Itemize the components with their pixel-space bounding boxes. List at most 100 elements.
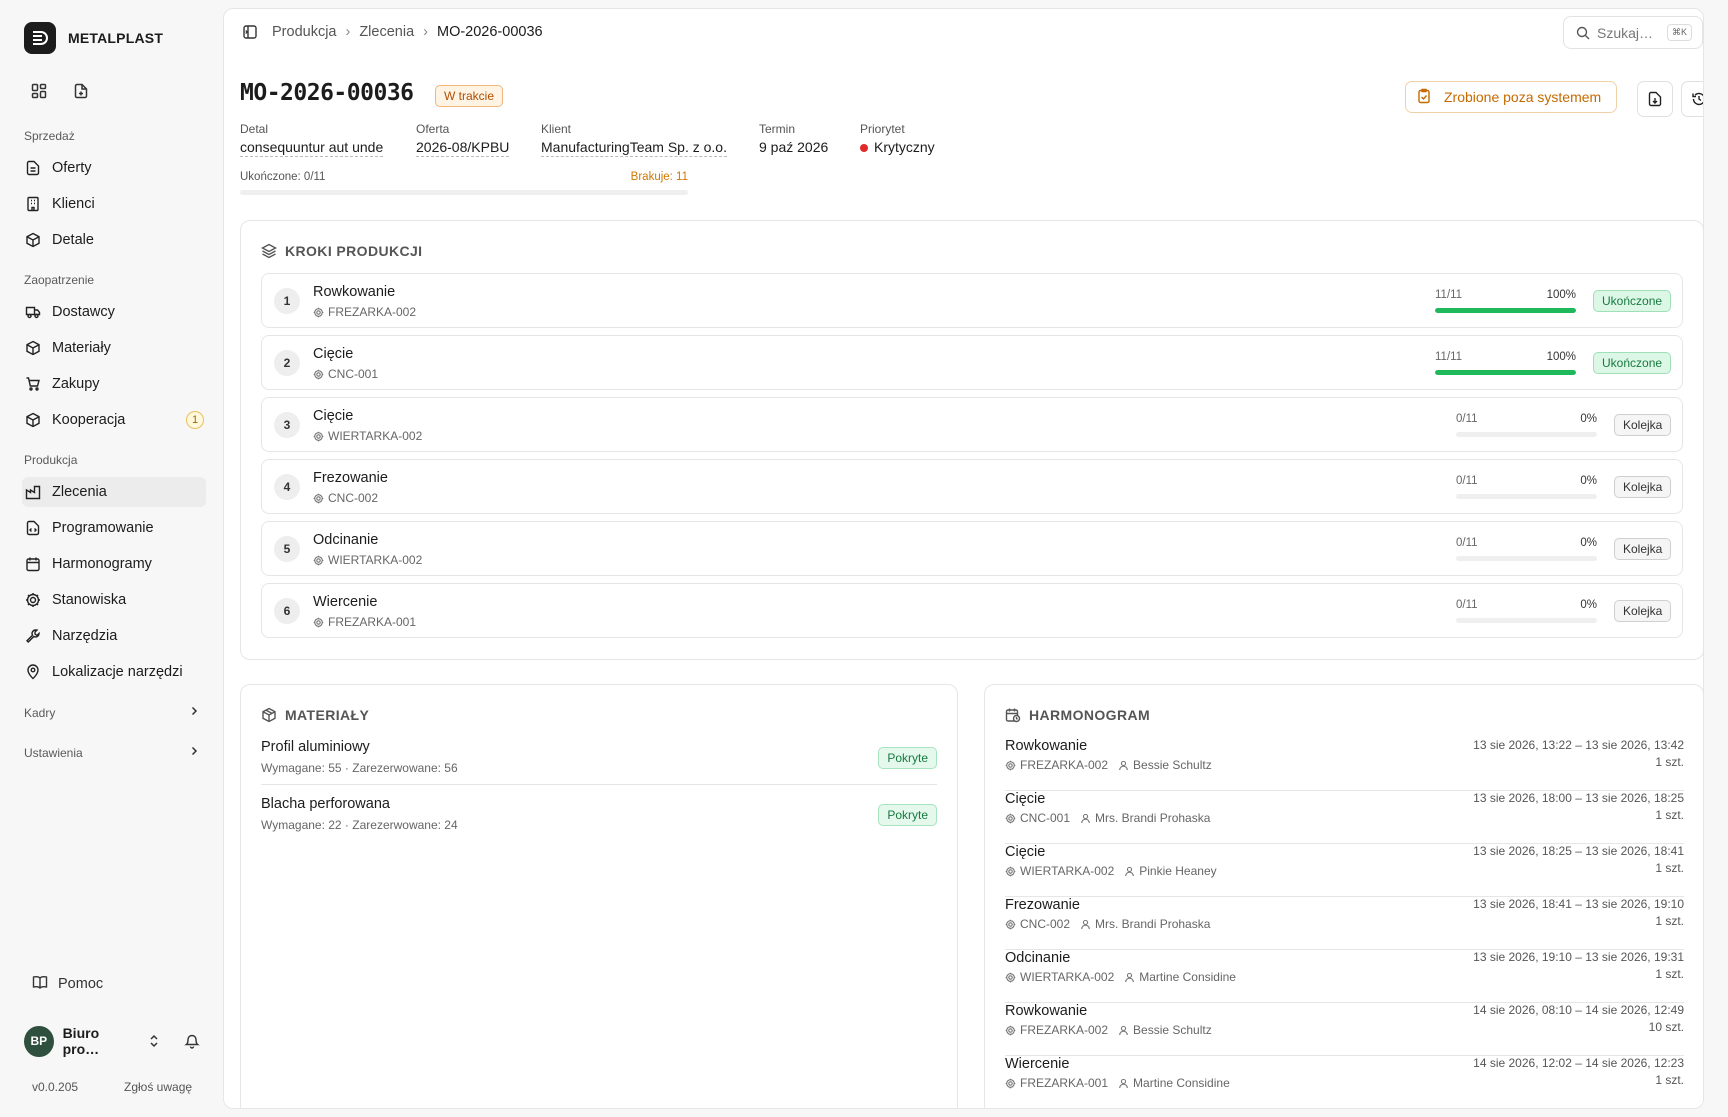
breadcrumb-item[interactable]: Produkcja <box>272 24 336 40</box>
machine-name: CNC-001 <box>328 367 379 381</box>
step-progress-bar <box>1456 618 1597 623</box>
sidebar-item-materials[interactable]: Materiały <box>22 333 206 363</box>
schedule-time-range: 13 sie 2026, 19:10 – 13 sie 2026, 19:31 <box>1473 950 1684 964</box>
step-count: 11/11 <box>1435 351 1463 363</box>
step-count: 0/11 <box>1456 413 1478 425</box>
sidebar-toggle-icon[interactable] <box>242 24 258 40</box>
machine-name: FREZARKA-002 <box>328 305 417 319</box>
step-status-badge: Kolejka <box>1614 414 1672 436</box>
step-number: 2 <box>274 350 300 376</box>
history-button[interactable] <box>1681 81 1703 117</box>
search-input[interactable]: Szukaj… ⌘K <box>1563 16 1703 49</box>
avatar: BP <box>24 1025 54 1057</box>
sidebar: METALPLAST Sprzedaż Oferty Klienci Detal… <box>0 0 222 1117</box>
sidebar-item-parts[interactable]: Detale <box>22 225 206 255</box>
field-value[interactable]: consequuntur aut unde <box>240 139 384 157</box>
sidebar-item-suppliers[interactable]: Dostawcy <box>22 297 206 327</box>
schedule-row[interactable]: Odcinanie WIERTARKA-002 Martine Considine 1… <box>1005 950 1684 1003</box>
production-step-row[interactable]: 5 Odcinanie WIERTARKA-002 0/11 0% Kolejka <box>261 521 1683 576</box>
machine-name: CNC-001 <box>1020 811 1071 825</box>
sidebar-item-offers[interactable]: Oferty <box>22 153 206 183</box>
brand[interactable]: METALPLAST <box>24 22 163 54</box>
book-icon <box>32 974 48 994</box>
cart-icon <box>24 375 42 393</box>
step-machine: CNC-002 <box>313 491 378 505</box>
field-label: Oferta <box>416 122 450 136</box>
step-machine: FREZARKA-001 <box>313 615 416 629</box>
status-badge: W trakcie <box>435 85 504 107</box>
sidebar-item-cooperation[interactable]: Kooperacja 1 <box>22 405 206 435</box>
schedule-row[interactable]: Cięcie CNC-001 Mrs. Brandi Prohaska 13 sie … <box>1005 791 1684 844</box>
sidebar-item-programming[interactable]: Programowanie <box>22 513 206 543</box>
schedule-quantity: 10 szt. <box>1648 1020 1684 1034</box>
step-status-badge: Ukończone <box>1593 290 1672 312</box>
new-document-icon[interactable] <box>70 80 92 102</box>
step-machine: CNC-001 <box>313 367 378 381</box>
breadcrumb: Produkcja › Zlecenia › MO-2026-00036 <box>242 24 543 40</box>
production-step-row[interactable]: 6 Wiercenie FREZARKA-001 0/11 0% Kolejka <box>261 583 1683 638</box>
schedule-row[interactable]: Rowkowanie FREZARKA-002 Bessie Schultz 13 s… <box>1005 738 1684 791</box>
cog-icon <box>1005 813 1016 824</box>
feedback-link[interactable]: Zgłoś uwagę <box>124 1080 192 1094</box>
export-pdf-button[interactable] <box>1637 81 1673 117</box>
building-icon <box>24 195 42 213</box>
order-progress-bar <box>240 190 688 195</box>
material-row[interactable]: Blacha perforowana Wymagane: 22 · Zareze… <box>261 796 937 832</box>
schedule-row[interactable]: Wiercenie FREZARKA-001 Martine Considine 14… <box>1005 1056 1684 1108</box>
dashboard-icon[interactable] <box>28 80 50 102</box>
material-detail: Wymagane: 55 · Zarezerwowane: 56 <box>261 761 458 775</box>
priority-value: Krytyczny <box>874 139 935 155</box>
sidebar-item-schedules[interactable]: Harmonogramy <box>22 549 206 579</box>
sidebar-item-label: Stanowiska <box>52 592 127 608</box>
sidebar-item-label: Kooperacja <box>52 412 126 428</box>
schedule-operation: Cięcie <box>1005 844 1046 860</box>
calendar-icon <box>24 555 42 573</box>
nav-section-supply: Zaopatrzenie <box>24 273 95 287</box>
sidebar-item-orders[interactable]: Zlecenia <box>22 477 206 507</box>
step-progress-bar <box>1456 556 1597 561</box>
schedule-meta: FREZARKA-002 Bessie Schultz <box>1005 1023 1212 1037</box>
sidebar-item-workstations[interactable]: Stanowiska <box>22 585 206 615</box>
sidebar-item-tools[interactable]: Narzędzia <box>22 621 206 651</box>
breadcrumb-current: MO-2026-00036 <box>436 24 543 40</box>
field-value[interactable]: 2026-08/KPBU <box>416 139 510 157</box>
sidebar-group-settings[interactable]: Ustawienia <box>24 745 200 760</box>
field-label: Klient <box>541 122 572 136</box>
step-progress-bar <box>1435 308 1576 313</box>
production-step-row[interactable]: 2 Cięcie CNC-001 11/11 100% Ukończone <box>261 335 1683 390</box>
operator-name: Mrs. Brandi Prohaska <box>1095 917 1211 931</box>
cube-icon <box>24 411 42 429</box>
step-percent: 100% <box>1546 351 1576 363</box>
production-step-row[interactable]: 1 Rowkowanie FREZARKA-002 11/11 100% Ukończon… <box>261 273 1683 328</box>
chevrons-up-down-icon[interactable] <box>148 1034 160 1048</box>
card-header: MATERIAŁY <box>261 707 369 723</box>
sidebar-group-hr[interactable]: Kadry <box>24 705 200 720</box>
done-outside-system-button[interactable]: Zrobione poza systemem <box>1405 81 1617 113</box>
help-link[interactable]: Pomoc <box>32 974 103 994</box>
production-step-row[interactable]: 4 Frezowanie CNC-002 0/11 0% Kolejka <box>261 459 1683 514</box>
user-menu[interactable]: BP Biuro pro… <box>24 1025 200 1057</box>
material-row[interactable]: Profil aluminiowy Wymagane: 55 · Zarezer… <box>261 739 937 775</box>
sidebar-item-purchases[interactable]: Zakupy <box>22 369 206 399</box>
schedule-operation: Rowkowanie <box>1005 1003 1088 1019</box>
field-value[interactable]: ManufacturingTeam Sp. z o.o. <box>541 139 727 157</box>
order-progress-meta: Ukończone: 0/11 Brakuje: 11 <box>240 171 688 183</box>
machine-name: FREZARKA-001 <box>1020 1076 1109 1090</box>
machine-name: FREZARKA-002 <box>1020 1023 1109 1037</box>
sidebar-item-label: Dostawcy <box>52 304 115 320</box>
sidebar-item-clients[interactable]: Klienci <box>22 189 206 219</box>
sidebar-item-tool-locations[interactable]: Lokalizacje narzędzi <box>22 657 206 687</box>
machine-name: CNC-002 <box>1020 917 1071 931</box>
step-percent: 0% <box>1580 413 1597 425</box>
cog-icon <box>1005 972 1016 983</box>
breadcrumb-item[interactable]: Zlecenia <box>359 24 414 40</box>
operator-name: Pinkie Heaney <box>1139 864 1217 878</box>
schedule-meta: FREZARKA-002 Bessie Schultz <box>1005 758 1212 772</box>
user-icon <box>1118 1078 1129 1089</box>
bell-icon[interactable] <box>184 1033 200 1049</box>
schedule-row[interactable]: Rowkowanie FREZARKA-002 Bessie Schultz 14 s… <box>1005 1003 1684 1056</box>
cog-icon <box>1005 1078 1016 1089</box>
schedule-row[interactable]: Frezowanie CNC-002 Mrs. Brandi Prohaska 13 … <box>1005 897 1684 950</box>
production-step-row[interactable]: 3 Cięcie WIERTARKA-002 0/11 0% Kolejka <box>261 397 1683 452</box>
schedule-row[interactable]: Cięcie WIERTARKA-002 Pinkie Heaney 13 sie 2… <box>1005 844 1684 897</box>
